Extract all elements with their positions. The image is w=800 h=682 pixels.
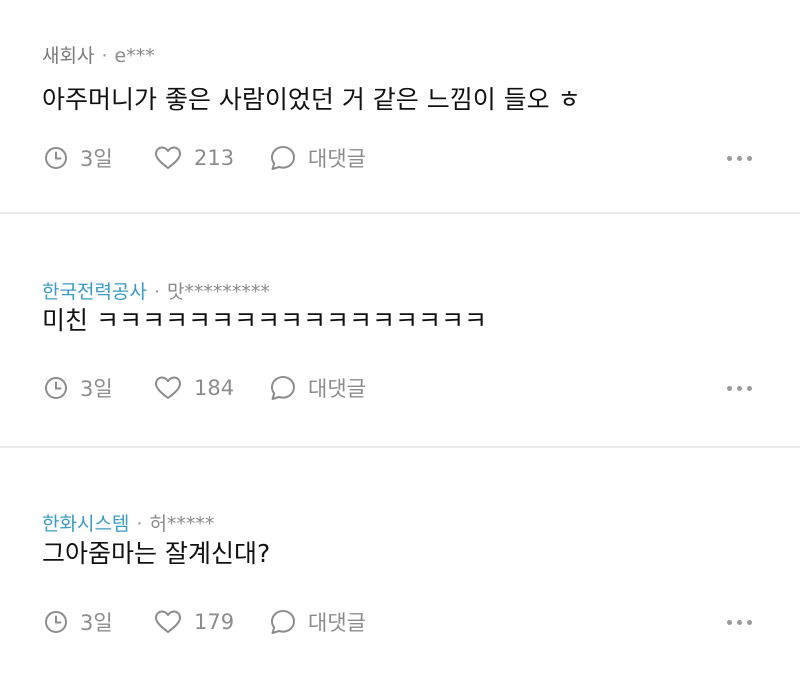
time-ago: 3일 xyxy=(44,143,154,173)
heart-icon xyxy=(155,610,181,633)
comment-text: 그아줌마는 잘계신대? xyxy=(42,539,271,568)
heart-icon xyxy=(155,376,181,399)
company-name: 새회사 xyxy=(42,45,95,67)
author-name: 맛********* xyxy=(166,281,270,303)
comment-actions: 3일 184 대댓글 xyxy=(44,373,752,403)
like-count: 179 xyxy=(194,610,235,634)
time-label: 3일 xyxy=(80,377,113,401)
more-options-button[interactable] xyxy=(727,150,752,167)
more-dots-icon xyxy=(727,385,732,391)
reply-button[interactable]: 대댓글 xyxy=(270,373,366,403)
reply-label: 대댓글 xyxy=(308,377,366,401)
comment-item: 새회사 · e*** 아주머니가 좋은 사람이었던 거 같은 느낌이 들오 ㅎ 3일… xyxy=(0,0,800,214)
meta-separator: · xyxy=(136,513,143,535)
time-label: 3일 xyxy=(80,147,113,171)
comment-text: 아주머니가 좋은 사람이었던 거 같은 느낌이 들오 ㅎ xyxy=(42,85,581,114)
more-dots-icon xyxy=(727,155,732,161)
more-dots-icon xyxy=(727,619,732,625)
like-button[interactable]: 179 xyxy=(154,610,270,634)
speech-bubble-icon xyxy=(271,610,295,634)
author-name: 허***** xyxy=(149,513,215,535)
comment-text: 미친 ㅋㅋㅋㅋㅋㅋㅋㅋㅋㅋㅋㅋㅋㅋㅋㅋㅋ xyxy=(42,306,487,335)
meta-separator: · xyxy=(101,45,108,67)
clock-icon xyxy=(45,611,67,633)
heart-icon xyxy=(155,146,181,169)
comment-meta: 한화시스템 · 허***** xyxy=(42,512,214,536)
reply-label: 대댓글 xyxy=(308,147,366,171)
comment-meta: 한국전력공사 · 맛********* xyxy=(42,280,270,304)
like-count: 184 xyxy=(194,376,235,400)
comment-actions: 3일 179 대댓글 xyxy=(44,607,752,637)
time-ago: 3일 xyxy=(44,607,154,637)
company-name-link[interactable]: 한화시스템 xyxy=(42,513,129,535)
comment-list: 새회사 · e*** 아주머니가 좋은 사람이었던 거 같은 느낌이 들오 ㅎ 3일… xyxy=(0,0,800,682)
time-label: 3일 xyxy=(80,611,113,635)
like-button[interactable]: 213 xyxy=(154,146,270,170)
comment-item: 한화시스템 · 허***** 그아줌마는 잘계신대? 3일 179 대댓글 xyxy=(0,448,800,682)
comment-meta: 새회사 · e*** xyxy=(42,44,155,68)
more-options-button[interactable] xyxy=(727,614,752,631)
meta-separator: · xyxy=(153,281,160,303)
comment-item: 한국전력공사 · 맛********* 미친 ㅋㅋㅋㅋㅋㅋㅋㅋㅋㅋㅋㅋㅋㅋㅋㅋㅋ 3… xyxy=(0,214,800,448)
like-button[interactable]: 184 xyxy=(154,376,270,400)
comment-actions: 3일 213 대댓글 xyxy=(44,143,752,173)
clock-icon xyxy=(45,147,67,169)
reply-label: 대댓글 xyxy=(308,611,366,635)
speech-bubble-icon xyxy=(271,376,295,400)
clock-icon xyxy=(45,377,67,399)
speech-bubble-icon xyxy=(271,146,295,170)
time-ago: 3일 xyxy=(44,373,154,403)
reply-button[interactable]: 대댓글 xyxy=(270,143,366,173)
reply-button[interactable]: 대댓글 xyxy=(270,607,366,637)
like-count: 213 xyxy=(194,146,235,170)
author-name: e*** xyxy=(114,45,155,67)
more-options-button[interactable] xyxy=(727,380,752,397)
company-name-link[interactable]: 한국전력공사 xyxy=(42,281,147,303)
